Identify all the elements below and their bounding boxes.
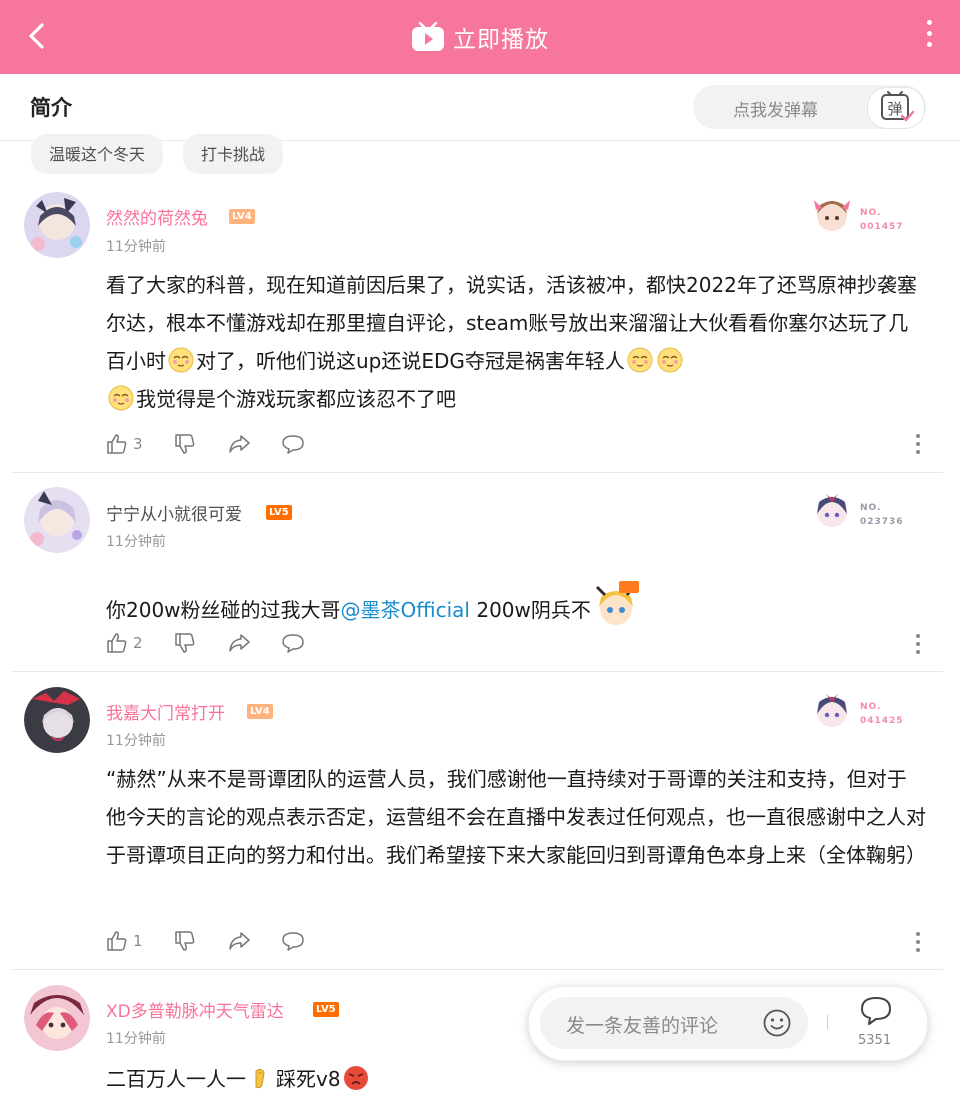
comment-text: 你200w粉丝碰的过我大哥@墨茶Official 200w阴兵不 <box>106 579 926 629</box>
smile-icon[interactable] <box>762 1008 792 1038</box>
fan-medal-icon <box>812 690 852 730</box>
svg-text:弹: 弹 <box>887 100 902 118</box>
fan-number: NO. 041425 <box>860 702 904 726</box>
like-count: 1 <box>133 932 143 950</box>
play-now-button[interactable]: 立即播放 <box>0 0 960 74</box>
comment-time: 11分钟前 <box>106 534 166 550</box>
share-button[interactable] <box>227 432 251 456</box>
comment-time: 11分钟前 <box>106 733 166 749</box>
shy-emoji-icon <box>657 347 683 373</box>
reply-button[interactable] <box>281 631 305 655</box>
share-button[interactable] <box>227 631 251 655</box>
fan-number: NO. 001457 <box>860 208 904 232</box>
divider <box>827 1015 828 1029</box>
reply-icon <box>281 435 304 454</box>
reply-icon <box>281 634 304 653</box>
like-button[interactable]: 3 <box>105 432 143 456</box>
kick-emoji-icon <box>255 1068 265 1089</box>
thumbs-down-icon <box>174 633 194 653</box>
username[interactable]: XD多普勒脉冲天气雷达 <box>106 997 284 1022</box>
comment-icon[interactable] <box>859 995 893 1027</box>
more-options-icon[interactable] <box>915 932 921 952</box>
thumbs-up-icon <box>107 931 127 951</box>
comment-time: 11分钟前 <box>106 239 166 255</box>
share-icon <box>228 634 250 652</box>
fan-medal-icon <box>812 490 852 530</box>
reply-button[interactable] <box>281 929 305 953</box>
share-icon <box>228 435 250 453</box>
comment-actions: 1 <box>105 927 305 955</box>
reply-icon <box>281 932 304 951</box>
shy-emoji-icon <box>168 347 194 373</box>
comment-input[interactable]: 发一条友善的评论 <box>540 997 808 1049</box>
tag-chip[interactable]: 打卡挑战 <box>183 134 284 174</box>
thumbs-up-icon <box>107 633 127 653</box>
danmaku-input[interactable]: 点我发弹幕 弹 <box>693 85 926 129</box>
tag-chip[interactable]: 温暖这个冬天 <box>31 134 164 174</box>
tv-icon <box>412 22 444 51</box>
thumbs-down-icon <box>174 434 194 454</box>
divider <box>12 969 943 970</box>
top-bar: 立即播放 <box>0 0 960 74</box>
more-options-icon[interactable] <box>915 634 921 654</box>
comment-text: 看了大家的科普，现在知道前因后果了，说实话，活该被冲，都快2022年了还骂原神抄… <box>106 273 917 411</box>
level-badge: LV4 <box>229 209 255 224</box>
username[interactable]: 宁宁从小就很可爱 <box>106 500 242 525</box>
share-button[interactable] <box>227 929 251 953</box>
avatar[interactable] <box>24 687 90 753</box>
dislike-button[interactable] <box>173 929 197 953</box>
comment-count: 5351 <box>858 1033 892 1048</box>
like-count: 2 <box>133 634 143 652</box>
danmaku-icon[interactable]: 弹 <box>867 87 925 129</box>
divider <box>12 671 943 672</box>
avatar[interactable] <box>24 192 90 258</box>
sticker-icon <box>595 581 639 625</box>
level-badge: LV5 <box>313 1002 339 1017</box>
comment-text: “赫然”从来不是哥谭团队的运营人员，我们感谢他一直持续对于哥谭的关注和支持，但对… <box>106 767 926 867</box>
like-button[interactable]: 1 <box>105 929 143 953</box>
comment-placeholder: 发一条友善的评论 <box>566 1015 719 1037</box>
comment-actions: 2 <box>105 629 305 657</box>
avatar[interactable] <box>24 487 90 553</box>
user-mention-link[interactable]: @墨茶Official <box>341 598 470 622</box>
angry-emoji-icon <box>343 1066 368 1090</box>
play-now-label: 立即播放 <box>453 27 549 53</box>
avatar[interactable] <box>24 985 90 1051</box>
reply-button[interactable] <box>281 432 305 456</box>
danmaku-placeholder: 点我发弹幕 <box>733 101 818 121</box>
dislike-button[interactable] <box>173 631 197 655</box>
tab-intro[interactable]: 简介 <box>30 92 72 122</box>
comment-actions: 3 <box>105 430 305 458</box>
dislike-button[interactable] <box>173 432 197 456</box>
fan-medal-icon <box>812 194 852 234</box>
divider <box>12 472 943 473</box>
username[interactable]: 我嘉大门常打开 <box>106 699 225 724</box>
thumbs-up-icon <box>107 434 127 454</box>
level-badge: LV5 <box>266 505 292 520</box>
thumbs-down-icon <box>174 931 194 951</box>
shy-emoji-icon <box>627 347 653 373</box>
fan-number: NO. 023736 <box>860 503 904 527</box>
comment-text: 二百万人一人一 踩死v8 <box>106 1060 926 1098</box>
comment-bar: 发一条友善的评论 5351 <box>528 986 928 1061</box>
more-icon[interactable] <box>924 20 934 56</box>
tab-row: 简介 点我发弹幕 弹 <box>0 74 960 141</box>
like-button[interactable]: 2 <box>105 631 143 655</box>
like-count: 3 <box>133 435 143 453</box>
shy-emoji-icon <box>108 385 134 411</box>
more-options-icon[interactable] <box>915 434 921 454</box>
tag-list: 温暖这个冬天 打卡挑战 <box>31 134 284 174</box>
comment-time: 11分钟前 <box>106 1031 166 1047</box>
level-badge: LV4 <box>247 704 273 719</box>
share-icon <box>228 932 250 950</box>
username[interactable]: 然然的荷然兔 <box>106 204 208 229</box>
